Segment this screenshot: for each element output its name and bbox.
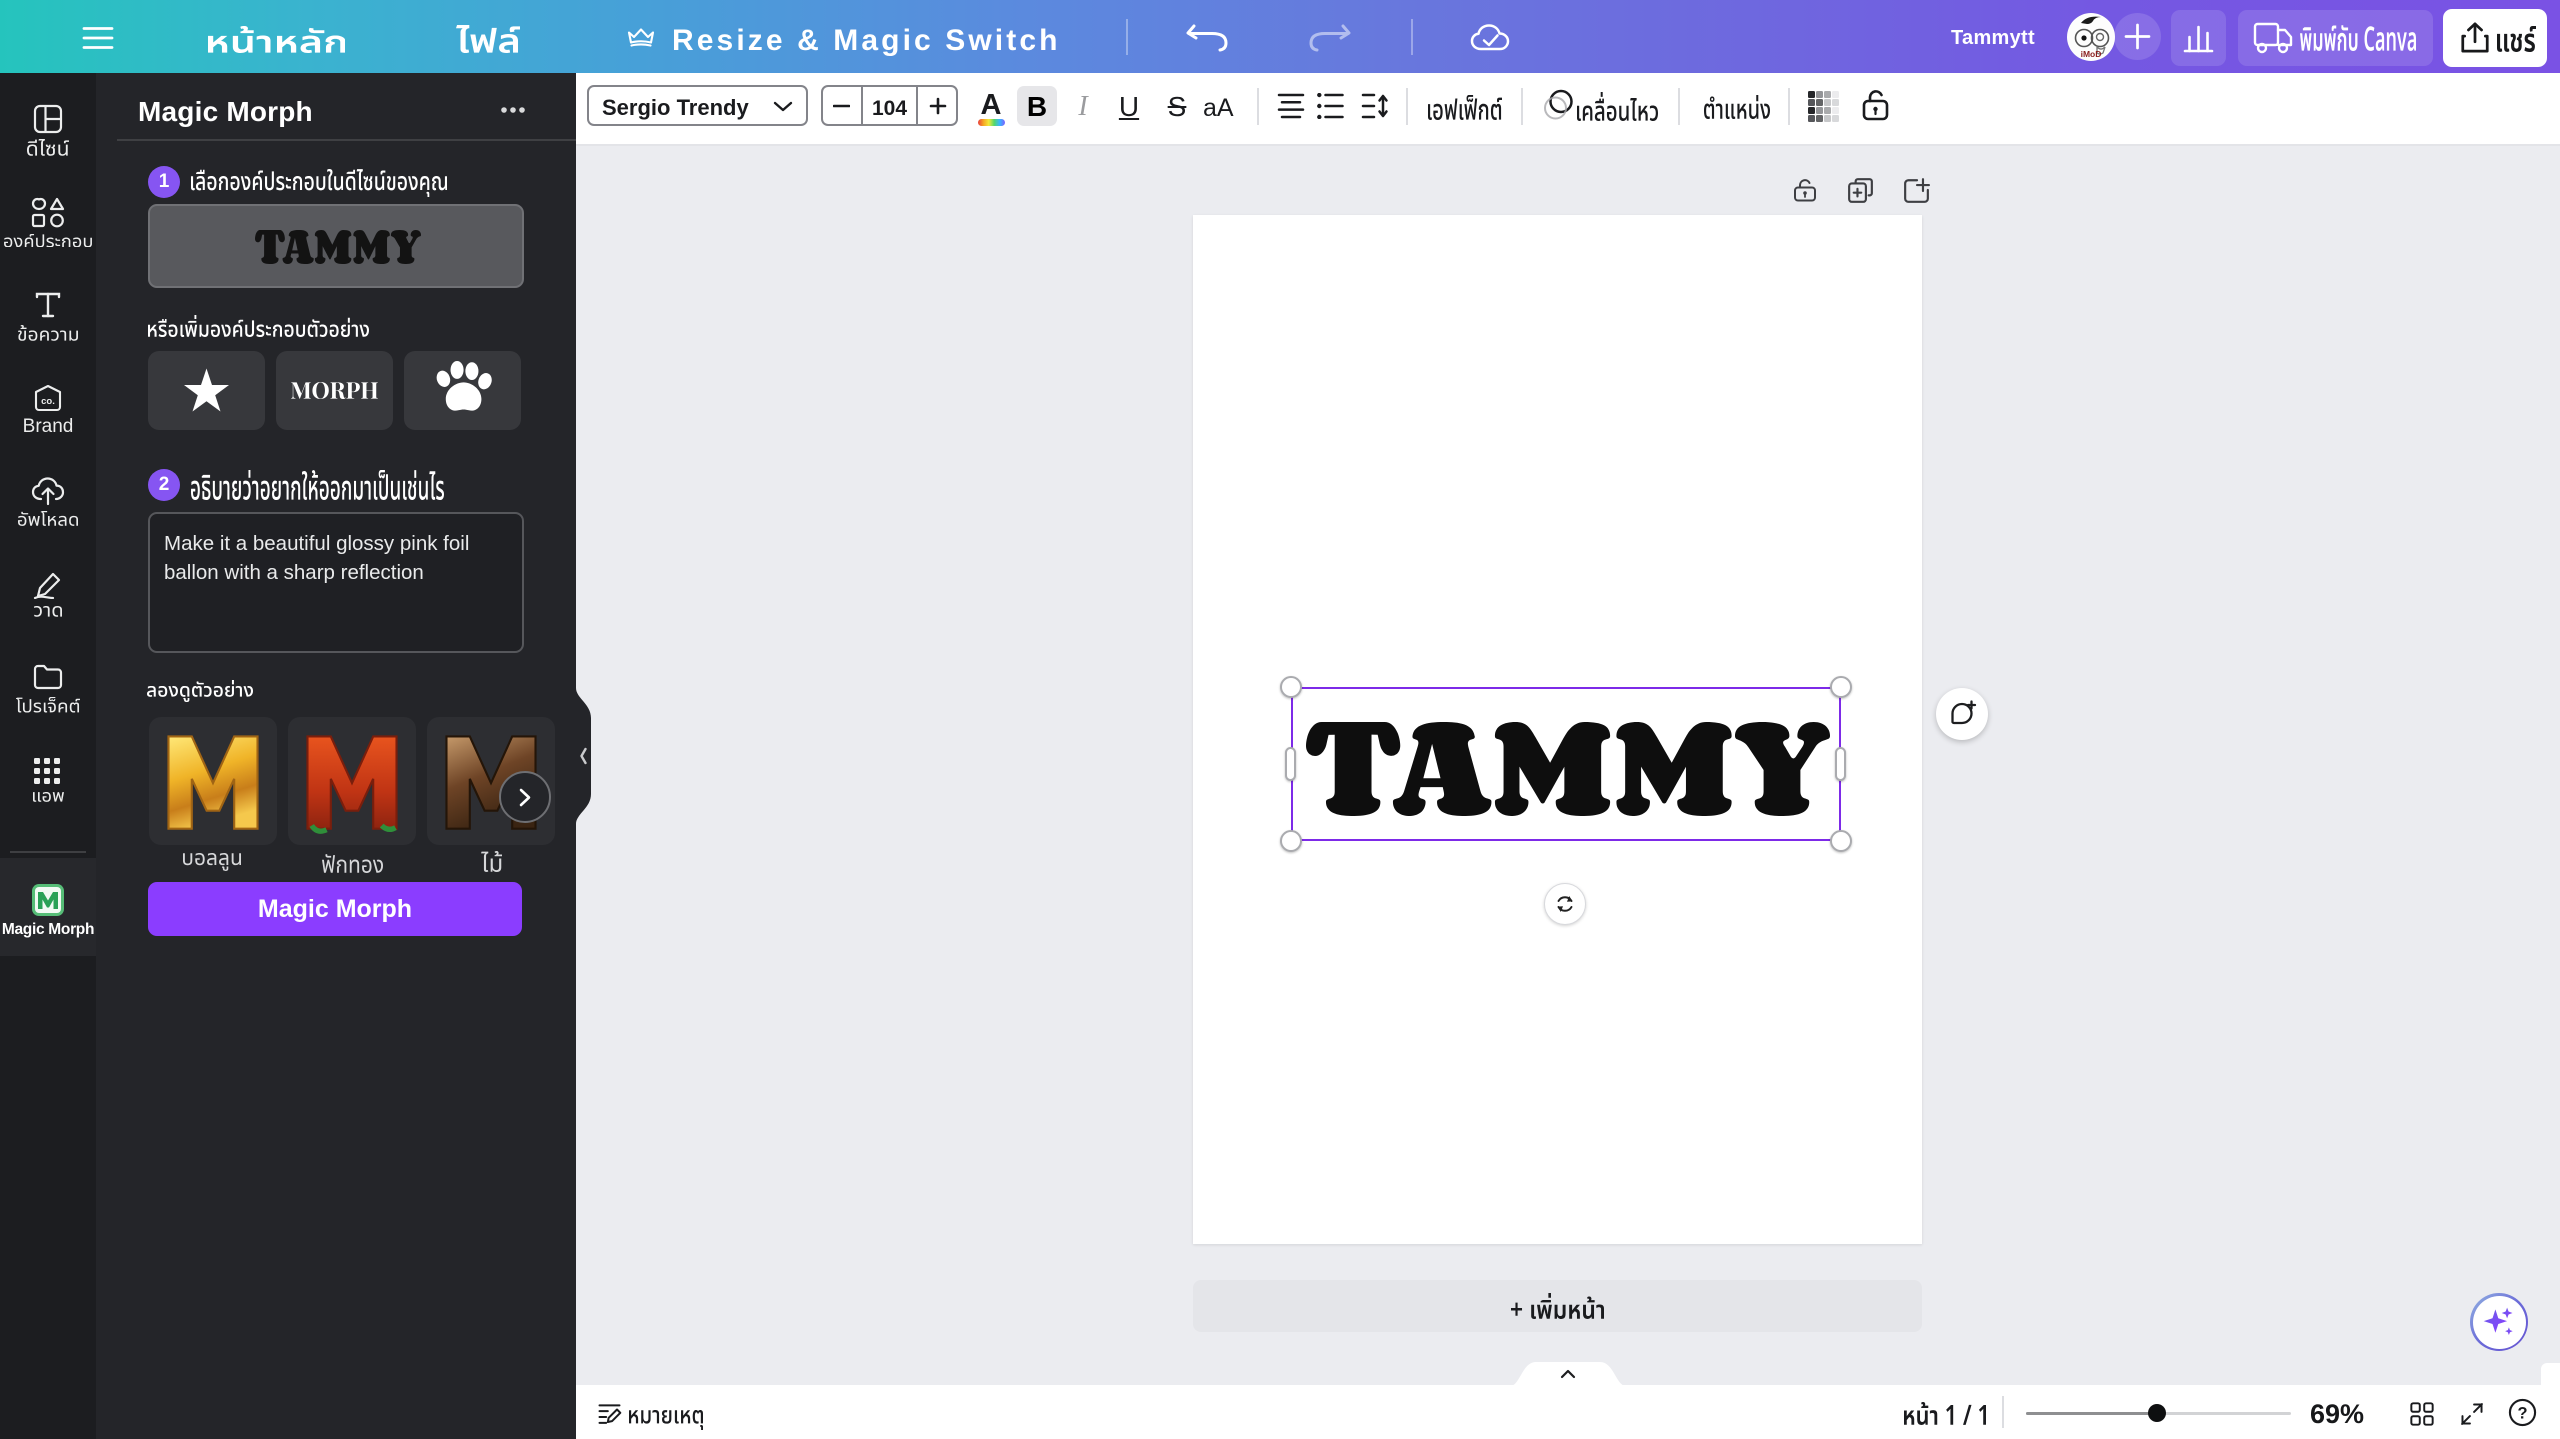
svg-text:co.: co. xyxy=(41,396,55,407)
svg-text:?: ? xyxy=(2517,1404,2527,1422)
svg-text:iMoD: iMoD xyxy=(2081,49,2102,59)
